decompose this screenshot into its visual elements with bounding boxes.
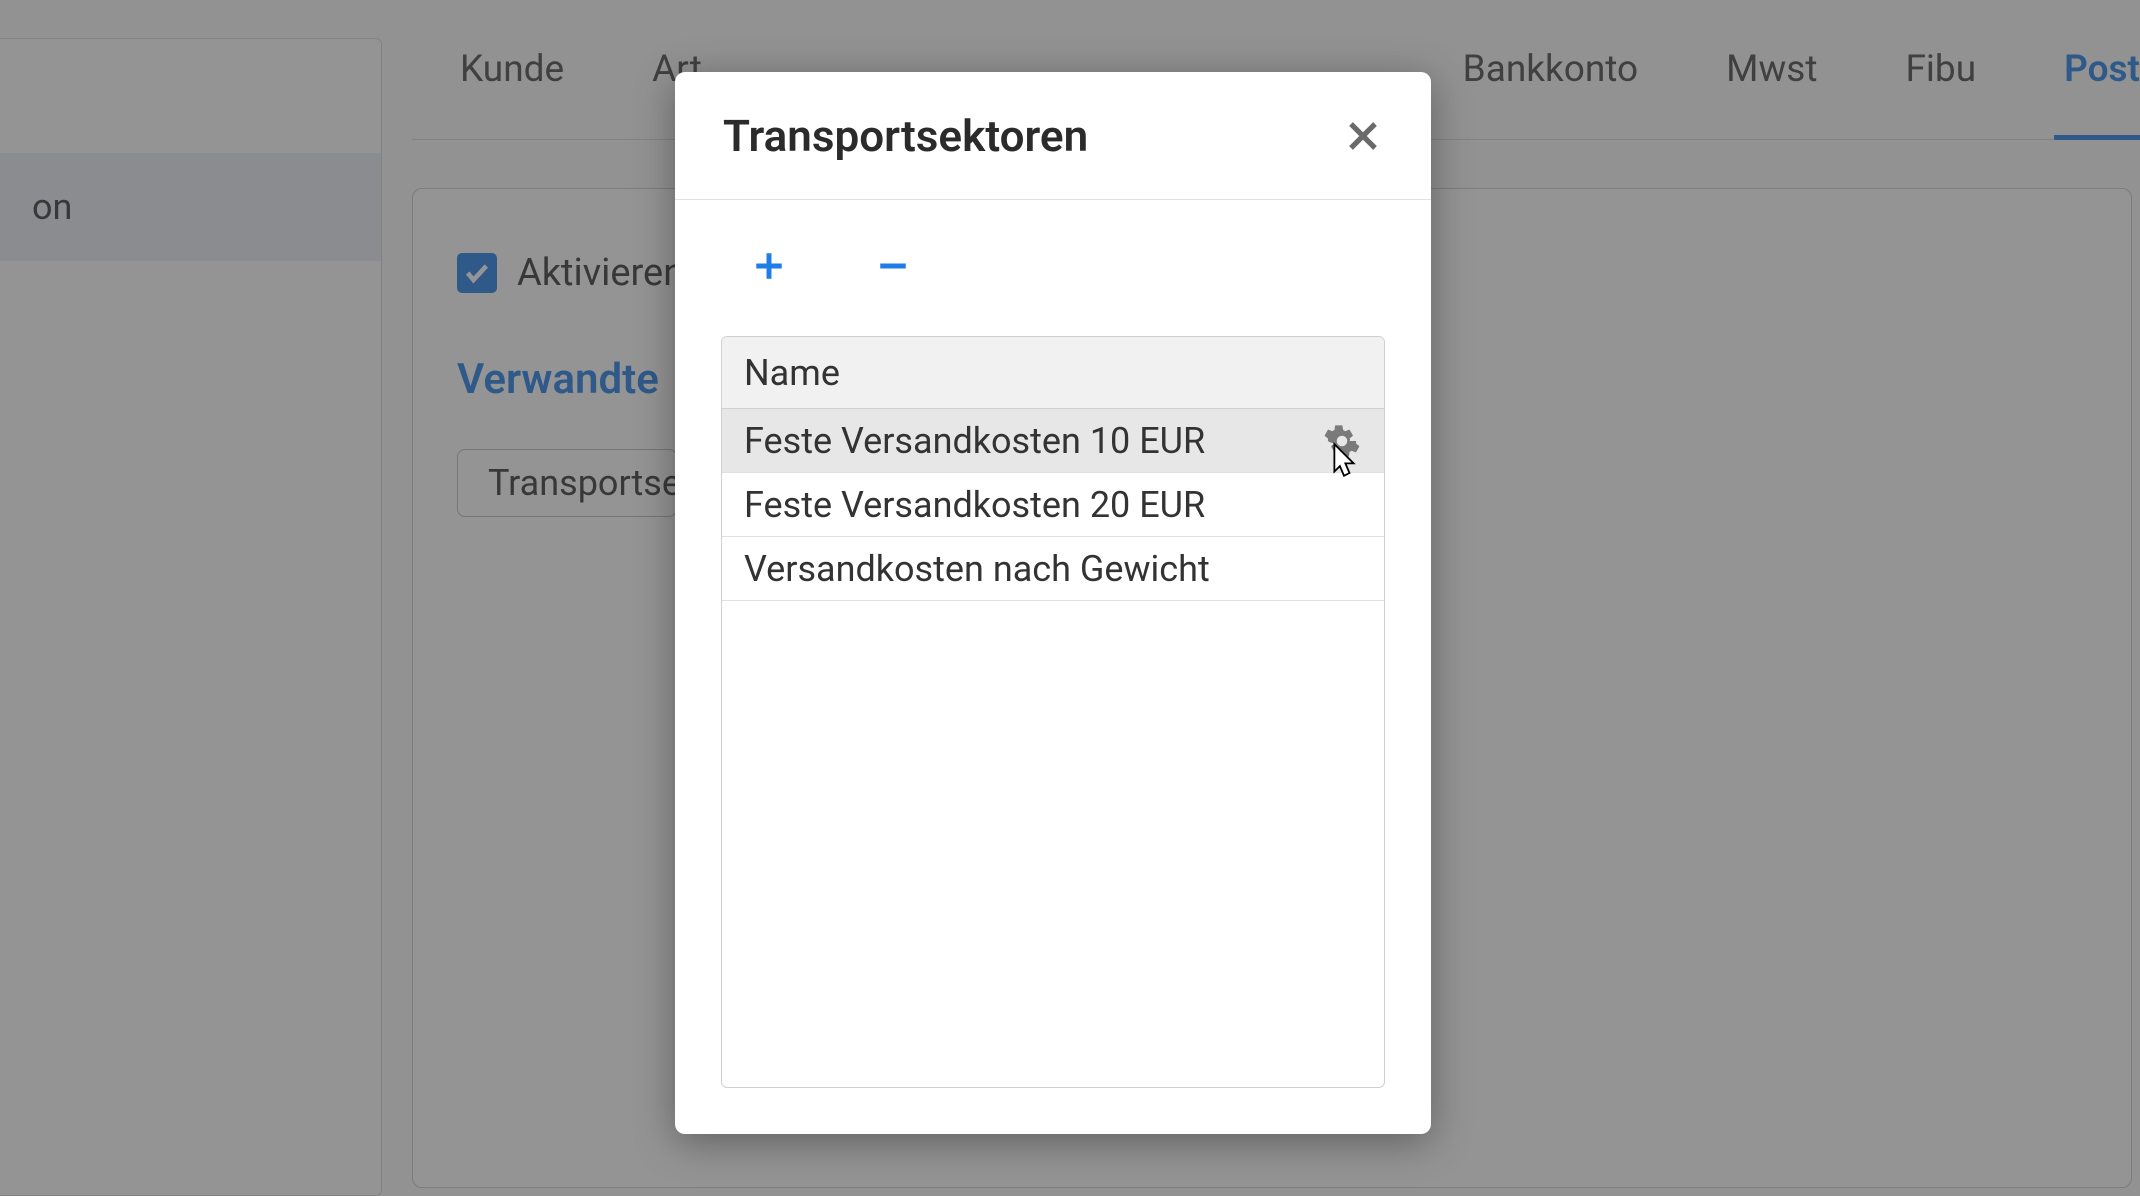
- modal-toolbar: [675, 200, 1431, 312]
- minus-icon: [876, 249, 910, 283]
- close-icon: [1345, 118, 1381, 154]
- row-name: Versandkosten nach Gewicht: [744, 548, 1210, 590]
- transport-modal: Transportsektoren Name Feste Versandkost…: [675, 72, 1431, 1134]
- transport-list: Name Feste Versandkosten 10 EUR Feste Ve…: [721, 336, 1385, 1088]
- add-button[interactable]: [743, 240, 795, 292]
- list-column-header[interactable]: Name: [722, 337, 1384, 409]
- modal-close-button[interactable]: [1337, 110, 1389, 162]
- row-name: Feste Versandkosten 20 EUR: [744, 484, 1205, 526]
- list-row[interactable]: Feste Versandkosten 10 EUR: [722, 409, 1384, 473]
- list-row[interactable]: Feste Versandkosten 20 EUR: [722, 473, 1384, 537]
- row-settings-button[interactable]: [1322, 421, 1362, 461]
- plus-icon: [752, 249, 786, 283]
- remove-button[interactable]: [867, 240, 919, 292]
- gear-icon: [1324, 423, 1360, 459]
- row-name: Feste Versandkosten 10 EUR: [744, 420, 1205, 462]
- list-row[interactable]: Versandkosten nach Gewicht: [722, 537, 1384, 601]
- column-name-label: Name: [744, 352, 840, 394]
- modal-title: Transportsektoren: [723, 110, 1088, 162]
- modal-header: Transportsektoren: [675, 72, 1431, 200]
